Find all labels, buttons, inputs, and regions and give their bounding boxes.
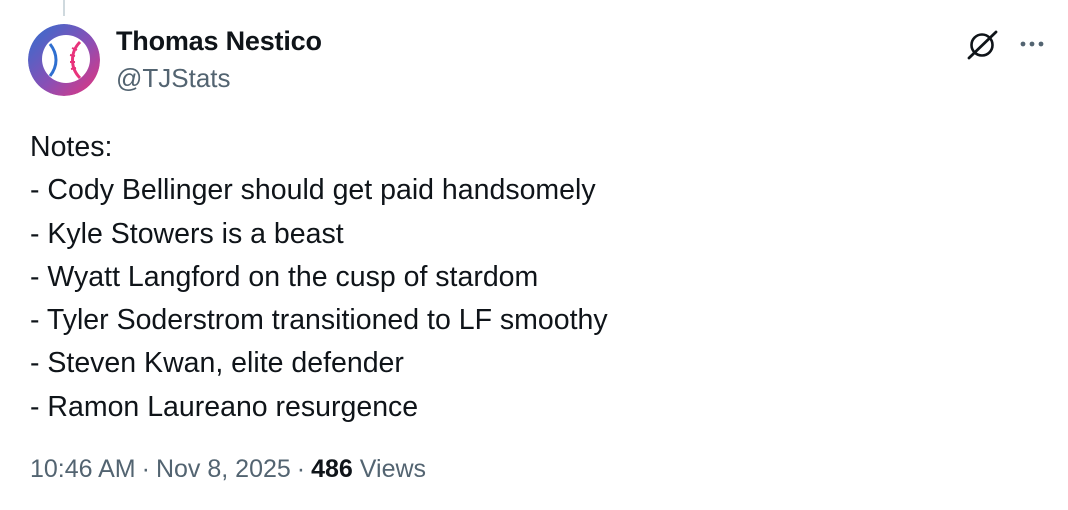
avatar[interactable] <box>28 24 100 96</box>
tweet-text-line: - Tyler Soderstrom transitioned to LF sm… <box>30 304 608 337</box>
tweet-text-line: - Wyatt Langford on the cusp of stardom <box>30 260 539 293</box>
tweet-date[interactable]: Nov 8, 2025 <box>156 455 291 483</box>
author-display-name[interactable]: Thomas Nestico <box>116 26 322 57</box>
tweet-time[interactable]: 10:46 AM <box>30 455 136 483</box>
tweet-meta: 10:46 AM · Nov 8, 2025 · 486 Views <box>30 455 426 484</box>
tweet-text-line: Notes: <box>30 131 113 163</box>
thread-connector-line <box>63 0 65 16</box>
tweet-text: Notes: - Cody Bellinger should get paid … <box>30 126 1040 429</box>
more-options-icon[interactable] <box>1014 31 1050 57</box>
tweet-text-line: - Cody Bellinger should get paid handsom… <box>30 174 596 207</box>
grok-icon[interactable] <box>966 28 1000 62</box>
meta-separator: · <box>141 455 150 483</box>
meta-separator: · <box>296 455 306 483</box>
baseball-avatar-icon <box>28 24 100 96</box>
tweet-text-line: - Steven Kwan, elite defender <box>30 347 404 380</box>
views-label: Views <box>359 455 427 483</box>
author-handle[interactable]: @TJStats <box>116 63 231 94</box>
views-count[interactable]: 486 <box>311 455 353 483</box>
tweet-text-line: - Ramon Laureano resurgence <box>30 390 419 423</box>
tweet-text-line: - Kyle Stowers is a beast <box>30 217 344 250</box>
